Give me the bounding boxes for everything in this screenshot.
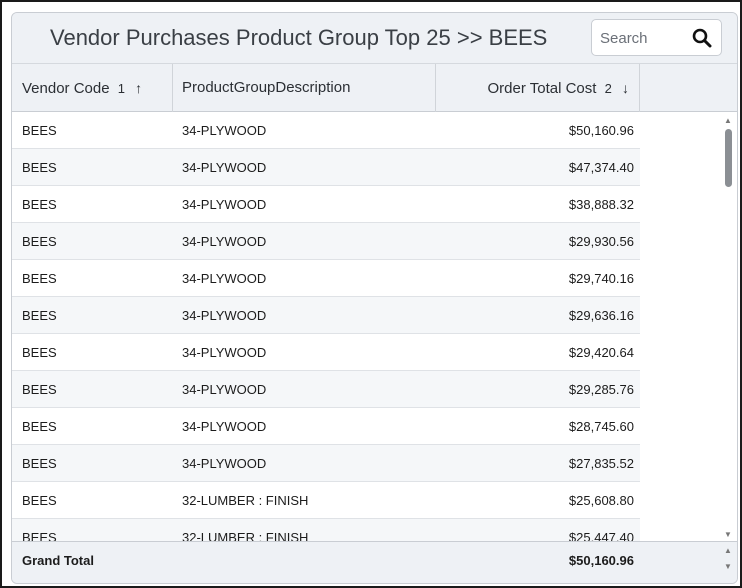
table-row[interactable]: BEES 34-PLYWOOD $29,285.76 <box>12 371 640 408</box>
cell-vendor-code: BEES <box>22 308 57 323</box>
cell-product-group: 34-PLYWOOD <box>182 308 267 323</box>
table-row[interactable]: BEES 34-PLYWOOD $29,420.64 <box>12 334 640 371</box>
cell-order-total-cost: $29,636.16 <box>568 308 634 323</box>
search-icon[interactable] <box>692 28 712 48</box>
cell-order-total-cost: $29,285.76 <box>568 382 634 397</box>
cell-product-group: 32-LUMBER : FINISH <box>182 493 309 508</box>
scroll-down-icon[interactable]: ▼ <box>724 562 732 571</box>
cell-order-total-cost: $29,740.16 <box>568 271 634 286</box>
search-input[interactable] <box>600 26 686 50</box>
scroll-up-icon[interactable]: ▲ <box>724 116 732 125</box>
cell-order-total-cost: $29,930.56 <box>568 234 634 249</box>
cell-product-group: 34-PLYWOOD <box>182 234 267 249</box>
table-body[interactable]: BEES 34-PLYWOOD $50,160.96 BEES 34-PLYWO… <box>12 112 737 541</box>
vendor-purchases-panel: Vendor Purchases Product Group Top 25 >>… <box>11 12 738 584</box>
table-row[interactable]: BEES 34-PLYWOOD $47,374.40 <box>12 149 640 186</box>
cell-product-group: 34-PLYWOOD <box>182 160 267 175</box>
column-header-product-group-description[interactable]: ProductGroupDescription <box>173 64 436 112</box>
grand-total-label: Grand Total <box>22 553 94 568</box>
cell-vendor-code: BEES <box>22 271 57 286</box>
column-header-order-total-cost[interactable]: Order Total Cost 2 ↓ <box>436 64 640 112</box>
cell-vendor-code: BEES <box>22 123 57 138</box>
cell-product-group: 34-PLYWOOD <box>182 271 267 286</box>
table-row[interactable]: BEES 34-PLYWOOD $29,740.16 <box>12 260 640 297</box>
table-row[interactable]: BEES 34-PLYWOOD $29,636.16 <box>12 297 640 334</box>
column-header-spacer <box>640 64 737 112</box>
cell-vendor-code: BEES <box>22 382 57 397</box>
column-header-vendor-code[interactable]: Vendor Code 1 ↑ <box>12 64 173 112</box>
table-row[interactable]: BEES 34-PLYWOOD $29,930.56 <box>12 223 640 260</box>
page-title: Vendor Purchases Product Group Top 25 >>… <box>50 25 548 50</box>
scrollbar-thumb[interactable] <box>725 129 732 187</box>
cell-vendor-code: BEES <box>22 234 57 249</box>
arrow-down-icon: ↓ <box>622 80 629 96</box>
cell-order-total-cost: $25,447.40 <box>568 530 634 541</box>
column-header-label: Vendor Code <box>22 80 110 97</box>
cell-order-total-cost: $38,888.32 <box>568 197 634 212</box>
cell-vendor-code: BEES <box>22 197 57 212</box>
table-row[interactable]: BEES 34-PLYWOOD $38,888.32 <box>12 186 640 223</box>
table-row[interactable]: BEES 34-PLYWOOD $27,835.52 <box>12 445 640 482</box>
cell-vendor-code: BEES <box>22 160 57 175</box>
cell-order-total-cost: $27,835.52 <box>568 456 634 471</box>
column-header-label: ProductGroupDescription <box>182 79 351 96</box>
cell-vendor-code: BEES <box>22 456 57 471</box>
grand-total-row: Grand Total $50,160.96 ▲ ▼ <box>12 541 737 583</box>
cell-vendor-code: BEES <box>22 530 57 541</box>
cell-order-total-cost: $50,160.96 <box>568 123 634 138</box>
cell-product-group: 34-PLYWOOD <box>182 382 267 397</box>
screenshot-frame: Vendor Purchases Product Group Top 25 >>… <box>0 0 742 588</box>
column-header-label: Order Total Cost <box>487 80 597 97</box>
cell-product-group: 34-PLYWOOD <box>182 419 267 434</box>
table-row[interactable]: BEES 32-LUMBER : FINISH $25,608.80 <box>12 482 640 519</box>
vertical-scrollbar[interactable]: ▲ ▼ <box>718 112 737 541</box>
cell-order-total-cost: $28,745.60 <box>568 419 634 434</box>
scroll-up-icon[interactable]: ▲ <box>724 546 732 555</box>
cell-product-group: 34-PLYWOOD <box>182 345 267 360</box>
cell-vendor-code: BEES <box>22 419 57 434</box>
sort-order-badge: 1 <box>117 81 125 96</box>
panel-header: Vendor Purchases Product Group Top 25 >>… <box>12 13 737 63</box>
search-box[interactable] <box>591 19 722 56</box>
cell-vendor-code: BEES <box>22 493 57 508</box>
cell-product-group: 34-PLYWOOD <box>182 456 267 471</box>
cell-order-total-cost: $29,420.64 <box>568 345 634 360</box>
table-row[interactable]: BEES 34-PLYWOOD $28,745.60 <box>12 408 640 445</box>
column-header-row: Vendor Code 1 ↑ ProductGroupDescription … <box>12 63 737 112</box>
scroll-down-icon[interactable]: ▼ <box>724 530 732 539</box>
cell-vendor-code: BEES <box>22 345 57 360</box>
cell-product-group: 34-PLYWOOD <box>182 197 267 212</box>
footer-scrollbar[interactable]: ▲ ▼ <box>718 542 737 583</box>
sort-order-badge: 2 <box>604 81 612 96</box>
arrow-up-icon: ↑ <box>135 80 143 96</box>
cell-order-total-cost: $47,374.40 <box>568 160 634 175</box>
grand-total-value: $50,160.96 <box>568 553 634 568</box>
table-row[interactable]: BEES 34-PLYWOOD $50,160.96 <box>12 112 640 149</box>
cell-product-group: 34-PLYWOOD <box>182 123 267 138</box>
cell-order-total-cost: $25,608.80 <box>568 493 634 508</box>
table-row[interactable]: BEES 32-LUMBER : FINISH $25,447.40 <box>12 519 640 541</box>
cell-product-group: 32-LUMBER : FINISH <box>182 530 309 541</box>
